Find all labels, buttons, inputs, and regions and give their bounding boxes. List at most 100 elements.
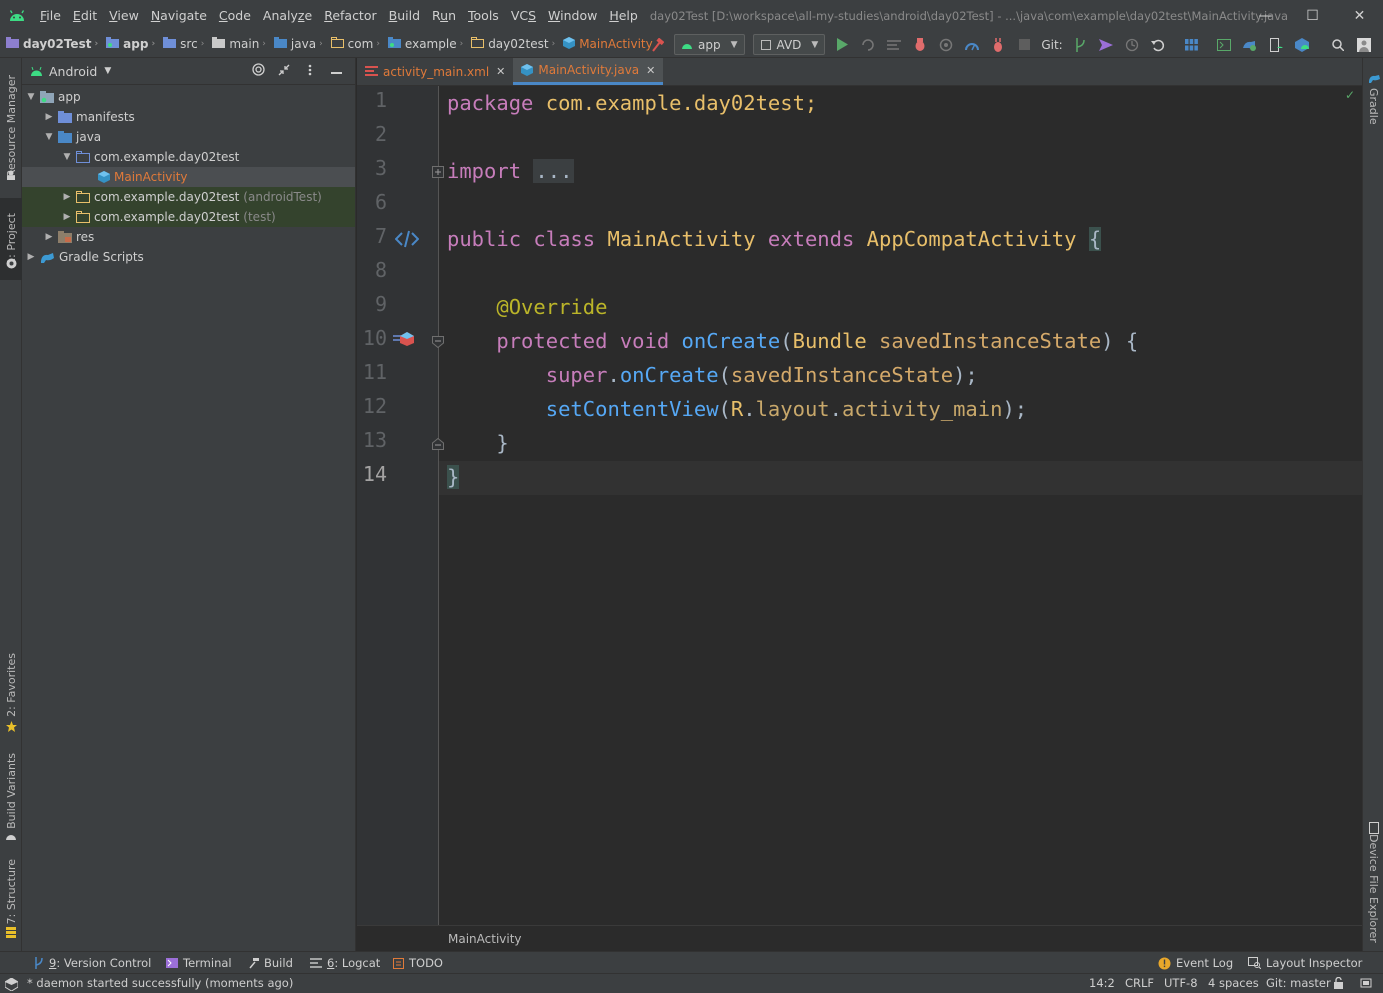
apply-code-changes-icon[interactable]	[881, 31, 907, 58]
menu-file[interactable]: File	[34, 0, 67, 31]
build-tab[interactable]: Build	[248, 952, 293, 974]
user-avatar-icon[interactable]	[1351, 31, 1377, 58]
profiler-gauge-icon[interactable]	[959, 31, 985, 58]
run-configuration-select[interactable]: app ▼	[674, 34, 745, 55]
toggle-tool-windows-icon[interactable]	[0, 974, 22, 993]
sync-gradle-icon[interactable]	[1237, 31, 1263, 58]
logcat-tab[interactable]: 6: Logcat	[310, 952, 380, 974]
attach-debugger-icon[interactable]	[985, 31, 1011, 58]
breadcrumb-main[interactable]: main ›	[206, 31, 268, 58]
menu-edit[interactable]: Edit	[67, 0, 103, 31]
file-encoding[interactable]: UTF-8	[1164, 976, 1198, 990]
menu-help[interactable]: Help	[603, 0, 644, 31]
override-method-icon[interactable]	[392, 329, 416, 349]
indent-setting[interactable]: 4 spaces	[1208, 976, 1259, 990]
git-branch[interactable]: Git: master	[1266, 976, 1331, 990]
favorites-tab[interactable]: 2: Favorites	[0, 650, 22, 720]
breadcrumb-mainactivity[interactable]: MainActivity	[557, 31, 655, 58]
version-control-tab[interactable]: 9: Version Control	[34, 952, 151, 974]
caret-position[interactable]: 14:2	[1089, 976, 1115, 990]
tab-activity-main-xml[interactable]: activity_main.xml ✕	[357, 58, 513, 85]
git-history-icon[interactable]	[1119, 31, 1145, 58]
menu-run[interactable]: Run	[426, 0, 462, 31]
expand-arrow-icon[interactable]: ▶	[42, 232, 56, 242]
expand-arrow-icon[interactable]: ▼	[24, 92, 38, 102]
tree-item-app[interactable]: ▼ app	[22, 87, 355, 107]
layout-inspector-tab[interactable]: Layout Inspector	[1248, 952, 1362, 974]
git-commit-icon[interactable]	[1093, 31, 1119, 58]
git-rollback-icon[interactable]	[1145, 31, 1171, 58]
device-file-explorer-tab[interactable]: Device File Explorer	[1363, 834, 1383, 943]
expand-arrow-icon[interactable]: ▶	[24, 252, 38, 262]
structure-tab[interactable]: 7: Structure	[0, 856, 22, 928]
todo-tab[interactable]: TODO	[393, 952, 443, 974]
run-icon[interactable]	[829, 31, 855, 58]
tree-item-package-test[interactable]: ▶ com.example.day02test (test)	[22, 207, 355, 227]
expand-arrow-icon[interactable]: ▶	[60, 212, 74, 222]
status-message[interactable]: * daemon started successfully (moments a…	[27, 976, 293, 990]
device-select[interactable]: AVD ▼	[752, 34, 826, 55]
menu-code[interactable]: Code	[213, 0, 257, 31]
line-separator[interactable]: CRLF	[1125, 976, 1154, 990]
tree-item-package-androidtest[interactable]: ▶ com.example.day02test (androidTest)	[22, 187, 355, 207]
stop-icon[interactable]	[1011, 31, 1037, 58]
menu-view[interactable]: View	[103, 0, 145, 31]
folded-imports[interactable]: ...	[533, 159, 575, 183]
locate-target-icon[interactable]	[245, 63, 271, 80]
apply-changes-icon[interactable]	[855, 31, 881, 58]
sdk-manager-icon[interactable]	[1289, 31, 1315, 58]
project-structure-icon[interactable]	[1179, 31, 1205, 58]
breadcrumb-project[interactable]: day02Test ›	[0, 31, 100, 58]
profile-icon[interactable]	[933, 31, 959, 58]
menu-vcs[interactable]: VCS	[505, 0, 542, 31]
expand-arrow-icon[interactable]: ▼	[42, 132, 56, 142]
related-xml-icon[interactable]	[394, 227, 420, 251]
editor-breadcrumb[interactable]: MainActivity	[448, 932, 522, 946]
menu-navigate[interactable]: Navigate	[145, 0, 213, 31]
search-icon[interactable]	[1325, 31, 1351, 58]
expand-arrow-icon[interactable]: ▶	[42, 112, 56, 122]
avd-manager-icon[interactable]	[1263, 31, 1289, 58]
gradle-tab[interactable]: Gradle	[1363, 86, 1383, 126]
hide-panel-icon[interactable]	[323, 64, 349, 79]
project-view-select[interactable]: Android ▼	[30, 64, 111, 79]
close-window-button[interactable]: ✕	[1336, 0, 1383, 31]
tree-item-gradle-scripts[interactable]: ▶ Gradle Scripts	[22, 247, 355, 267]
collapse-all-icon[interactable]	[271, 64, 297, 80]
unlock-icon[interactable]	[1334, 976, 1345, 992]
close-tab-icon[interactable]: ✕	[646, 64, 655, 77]
menu-tools[interactable]: Tools	[462, 0, 505, 31]
memory-indicator-icon[interactable]	[1360, 977, 1372, 992]
breadcrumb-day02test[interactable]: day02test ›	[465, 31, 557, 58]
breadcrumb-example[interactable]: example ›	[382, 31, 465, 58]
fold-toggle-icon[interactable]	[431, 165, 445, 179]
expand-arrow-icon[interactable]: ▶	[60, 192, 74, 202]
tab-mainactivity-java[interactable]: MainActivity.java ✕	[513, 58, 664, 85]
close-tab-icon[interactable]: ✕	[496, 65, 505, 78]
tree-item-java[interactable]: ▼ java	[22, 127, 355, 147]
menu-window[interactable]: Window	[542, 0, 603, 31]
tree-item-package-main[interactable]: ▼ com.example.day02test	[22, 147, 355, 167]
minimize-button[interactable]: —	[1242, 0, 1289, 31]
expand-arrow-icon[interactable]: ▼	[60, 152, 74, 162]
tree-item-res[interactable]: ▶ res	[22, 227, 355, 247]
build-variants-tab[interactable]: Build Variants	[0, 748, 22, 834]
fold-toggle-icon[interactable]	[431, 335, 445, 349]
breadcrumb-java[interactable]: java ›	[268, 31, 325, 58]
make-project-hammer-icon[interactable]	[644, 31, 670, 58]
breadcrumb-com[interactable]: com ›	[325, 31, 382, 58]
tree-item-mainactivity[interactable]: MainActivity	[22, 167, 355, 187]
menu-refactor[interactable]: Refactor	[318, 0, 382, 31]
terminal-run-icon[interactable]	[1211, 31, 1237, 58]
menu-analyze[interactable]: Analyze	[257, 0, 318, 31]
event-log-tab[interactable]: Event Log	[1158, 952, 1233, 974]
tree-item-manifests[interactable]: ▶ manifests	[22, 107, 355, 127]
code-editor[interactable]: 1 2 3 6 7 8 9 10 11 12 13 14 ✓ package c…	[357, 86, 1362, 925]
fold-toggle-icon[interactable]	[431, 437, 445, 451]
menu-build[interactable]: Build	[383, 0, 426, 31]
breadcrumb-src[interactable]: src ›	[157, 31, 206, 58]
maximize-button[interactable]: ☐	[1289, 0, 1336, 31]
breadcrumb-app[interactable]: app ›	[100, 31, 157, 58]
more-options-icon[interactable]	[297, 64, 323, 80]
git-update-icon[interactable]	[1067, 31, 1093, 58]
